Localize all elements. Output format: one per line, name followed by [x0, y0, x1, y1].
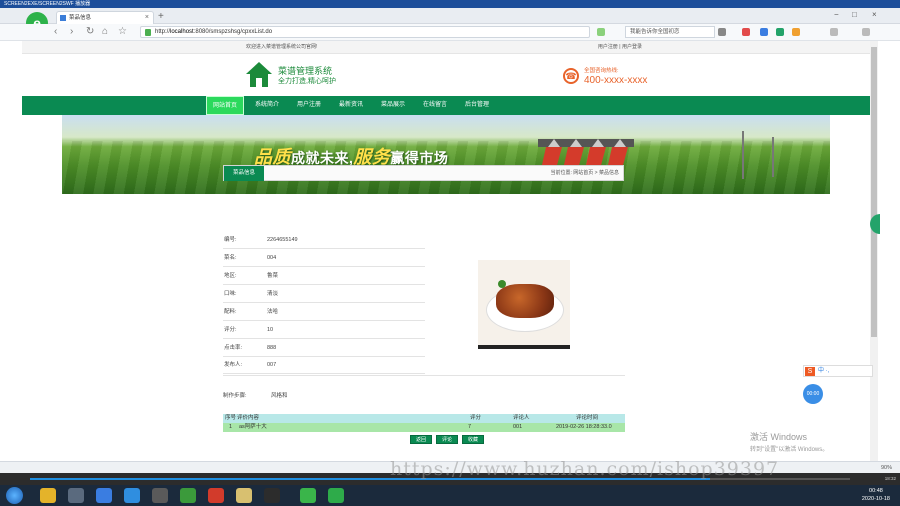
field-row-score: 评分: 10: [223, 322, 425, 339]
watermark-text: https://www.huzhan.com/ishop39397: [390, 458, 780, 480]
close-window-icon[interactable]: ×: [872, 10, 877, 19]
taskbar-app-icon[interactable]: [236, 488, 252, 503]
adblock-icon[interactable]: [742, 28, 750, 36]
steps-row: 制作步骤: 风格和: [223, 391, 288, 399]
url-scheme: http://: [155, 29, 171, 35]
comment-button[interactable]: 评论: [436, 435, 458, 444]
page-favicon-icon: [60, 15, 66, 21]
sogou-icon: S: [805, 367, 815, 376]
settings-icon[interactable]: [862, 28, 870, 36]
taskbar: 00:48 2020-10-18: [0, 485, 900, 506]
extension-icon[interactable]: [776, 28, 784, 36]
timer-ball[interactable]: 00:00: [803, 384, 823, 404]
steps-value: 风格和: [271, 393, 288, 399]
taskbar-app-icon[interactable]: [208, 488, 224, 503]
field-row-flavor: 口味: 清淡: [223, 286, 425, 303]
menu-item-messages[interactable]: 在线留言: [416, 96, 454, 115]
favorite-star-icon[interactable]: ☆: [118, 26, 127, 37]
taskbar-app-icon[interactable]: [96, 488, 112, 503]
taskbar-app-icon[interactable]: [68, 488, 84, 503]
content-header: 菜品信息 当前位置: 网站首页 > 菜品信息: [223, 165, 624, 181]
system-clock[interactable]: 00:48 2020-10-18: [862, 487, 890, 503]
search-hint: 我能告诉你全国初恋: [630, 29, 680, 35]
extension-icon[interactable]: [760, 28, 768, 36]
main-menu: 网站首页 系统简介 用户注册 最新资讯 菜品展示 在线留言 后台管理: [22, 96, 870, 115]
comments-header-row: 序号 评价内容 评分 评论人 评论时间: [223, 414, 625, 423]
hotline-number: 400-xxxx-xxxx: [584, 75, 648, 86]
register-link[interactable]: 用户注册: [598, 44, 618, 50]
home-icon[interactable]: ⌂: [102, 26, 108, 37]
menu-item-register[interactable]: 用户注册: [290, 96, 328, 115]
close-tab-icon[interactable]: ×: [145, 12, 149, 24]
tab-title: 菜品信息: [69, 15, 92, 21]
divider: [223, 375, 625, 376]
menu-item-admin[interactable]: 后台管理: [458, 96, 496, 115]
extension-icon[interactable]: [792, 28, 800, 36]
taskbar-app-icon[interactable]: [264, 488, 280, 503]
tab-active[interactable]: 菜品信息 ×: [56, 11, 154, 24]
site-header: 菜谱管理系统 全力打造,精心呵护 ☎ 全国咨询热线: 400-xxxx-xxxx: [22, 54, 870, 96]
utility-pole: [772, 137, 774, 177]
taskbar-app-icon[interactable]: [328, 488, 344, 503]
back-icon[interactable]: ‹: [54, 26, 57, 37]
field-row-publisher: 发布人: 007: [223, 357, 425, 374]
activation-notice: 激活 Windows 转到"设置"以激活 Windows。: [750, 432, 829, 453]
taskbar-app-icon[interactable]: [40, 488, 56, 503]
welcome-text: 欢迎进入菜谱管理系统公司官网!: [246, 44, 318, 50]
player-title-bar: SCREEN2EXE/SCREEN2SWF 播放器: [0, 0, 900, 8]
player-title: SCREEN2EXE/SCREEN2SWF 播放器: [4, 1, 91, 7]
comments-table: 序号 评价内容 评分 评论人 评论时间 1 as阿萨十大 7 001 2019-…: [223, 414, 625, 432]
search-icon[interactable]: [718, 28, 726, 36]
field-row-ingredients: 配料: 法哈: [223, 304, 425, 321]
breadcrumb: 当前位置: 网站首页 > 菜品信息: [550, 170, 619, 176]
taskbar-app-icon[interactable]: [152, 488, 168, 503]
dish-image: [478, 260, 570, 349]
browser-search-input[interactable]: 我能告诉你全国初恋: [625, 26, 715, 38]
field-row-region: 地区: 鲁菜: [223, 268, 425, 285]
menu-icon[interactable]: [830, 28, 838, 36]
site-slogan: 全力打造,精心呵护: [278, 78, 336, 85]
refresh-icon[interactable]: ↻: [86, 26, 94, 37]
start-button[interactable]: [6, 487, 23, 504]
taskbar-app-icon[interactable]: [300, 488, 316, 503]
login-link[interactable]: 用户登录: [622, 44, 642, 50]
link-divider: |: [619, 44, 621, 50]
menu-item-dishes[interactable]: 菜品展示: [374, 96, 412, 115]
field-row-clicks: 点击率: 888: [223, 340, 425, 357]
security-icon: [145, 29, 151, 36]
phone-icon: ☎: [563, 68, 579, 84]
web-page: 欢迎进入菜谱管理系统公司官网! 用户注册 | 用户登录 菜谱管理系统 全力打造,…: [22, 41, 870, 461]
table-row: 1 as阿萨十大 7 001 2019-02-26 18:28:33.0: [223, 423, 625, 432]
maximize-icon[interactable]: □: [852, 10, 857, 19]
back-button[interactable]: 返回: [410, 435, 432, 444]
house-logo-icon: [246, 62, 272, 88]
share-icon[interactable]: [597, 28, 605, 36]
hotline-label: 全国咨询热线:: [584, 68, 619, 74]
url-host: localhost: [170, 29, 194, 35]
taskbar-app-icon[interactable]: [180, 488, 196, 503]
forward-icon[interactable]: ›: [70, 26, 73, 37]
url-path: :8080/smspzshsg/cpxxList.do: [193, 29, 273, 35]
scrollbar-thumb[interactable]: [871, 47, 877, 337]
field-row-id: 编号: 2264655149: [223, 232, 425, 249]
menu-item-intro[interactable]: 系统简介: [248, 96, 286, 115]
banner: 品质成就未来,服务赢得市场: [62, 115, 830, 194]
menu-item-home[interactable]: 网站首页: [206, 96, 244, 115]
minimize-icon[interactable]: −: [834, 10, 839, 19]
utility-pole: [742, 131, 744, 179]
tab-dish-info[interactable]: 菜品信息: [224, 166, 264, 181]
new-tab-icon[interactable]: +: [158, 11, 164, 22]
taskbar-app-icon[interactable]: [124, 488, 140, 503]
ime-label: 中 ·,: [818, 368, 830, 374]
favorite-button[interactable]: 收藏: [462, 435, 484, 444]
page-scrollbar[interactable]: [870, 41, 878, 461]
playback-time: 18:32: [884, 476, 896, 481]
menu-item-news[interactable]: 最新资讯: [332, 96, 370, 115]
top-strip: 欢迎进入菜谱管理系统公司官网! 用户注册 | 用户登录: [22, 41, 870, 54]
steps-label: 制作步骤:: [223, 393, 247, 399]
ime-toolbar[interactable]: S 中 ·,: [803, 365, 873, 377]
field-row-name: 菜名: 004: [223, 250, 425, 267]
address-bar[interactable]: http://localhost:8080/smspzshsg/cpxxList…: [140, 26, 590, 38]
